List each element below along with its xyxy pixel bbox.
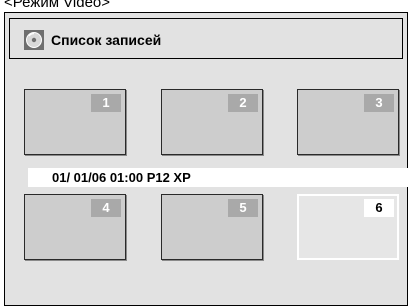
- recordings-list-screen: Список записей 1 2 3 01/ 01/06 01:00 P12…: [4, 12, 408, 306]
- recording-thumbnail-5[interactable]: 5: [161, 194, 263, 260]
- title-bar: Список записей: [9, 18, 403, 59]
- page-title: Список записей: [51, 32, 162, 48]
- recording-info-bar: 01/ 01/06 01:00 P12 XP: [28, 168, 408, 187]
- thumbnail-number: 3: [364, 94, 394, 112]
- thumbnail-number: 1: [91, 94, 121, 112]
- thumbnail-number: 4: [91, 199, 121, 217]
- thumbnail-number: 2: [228, 94, 258, 112]
- recording-thumbnail-3[interactable]: 3: [297, 89, 399, 155]
- thumbnail-number: 6: [364, 199, 394, 217]
- recording-thumbnail-1[interactable]: 1: [24, 89, 126, 155]
- recording-thumbnail-6-selected[interactable]: 6: [297, 194, 399, 260]
- recording-info-text: 01/ 01/06 01:00 P12 XP: [52, 170, 191, 185]
- recording-thumbnail-2[interactable]: 2: [161, 89, 263, 155]
- mode-caption: <Режим Video>: [4, 0, 111, 11]
- recording-thumbnail-4[interactable]: 4: [24, 194, 126, 260]
- thumbnail-number: 5: [228, 199, 258, 217]
- disc-icon: [24, 30, 44, 50]
